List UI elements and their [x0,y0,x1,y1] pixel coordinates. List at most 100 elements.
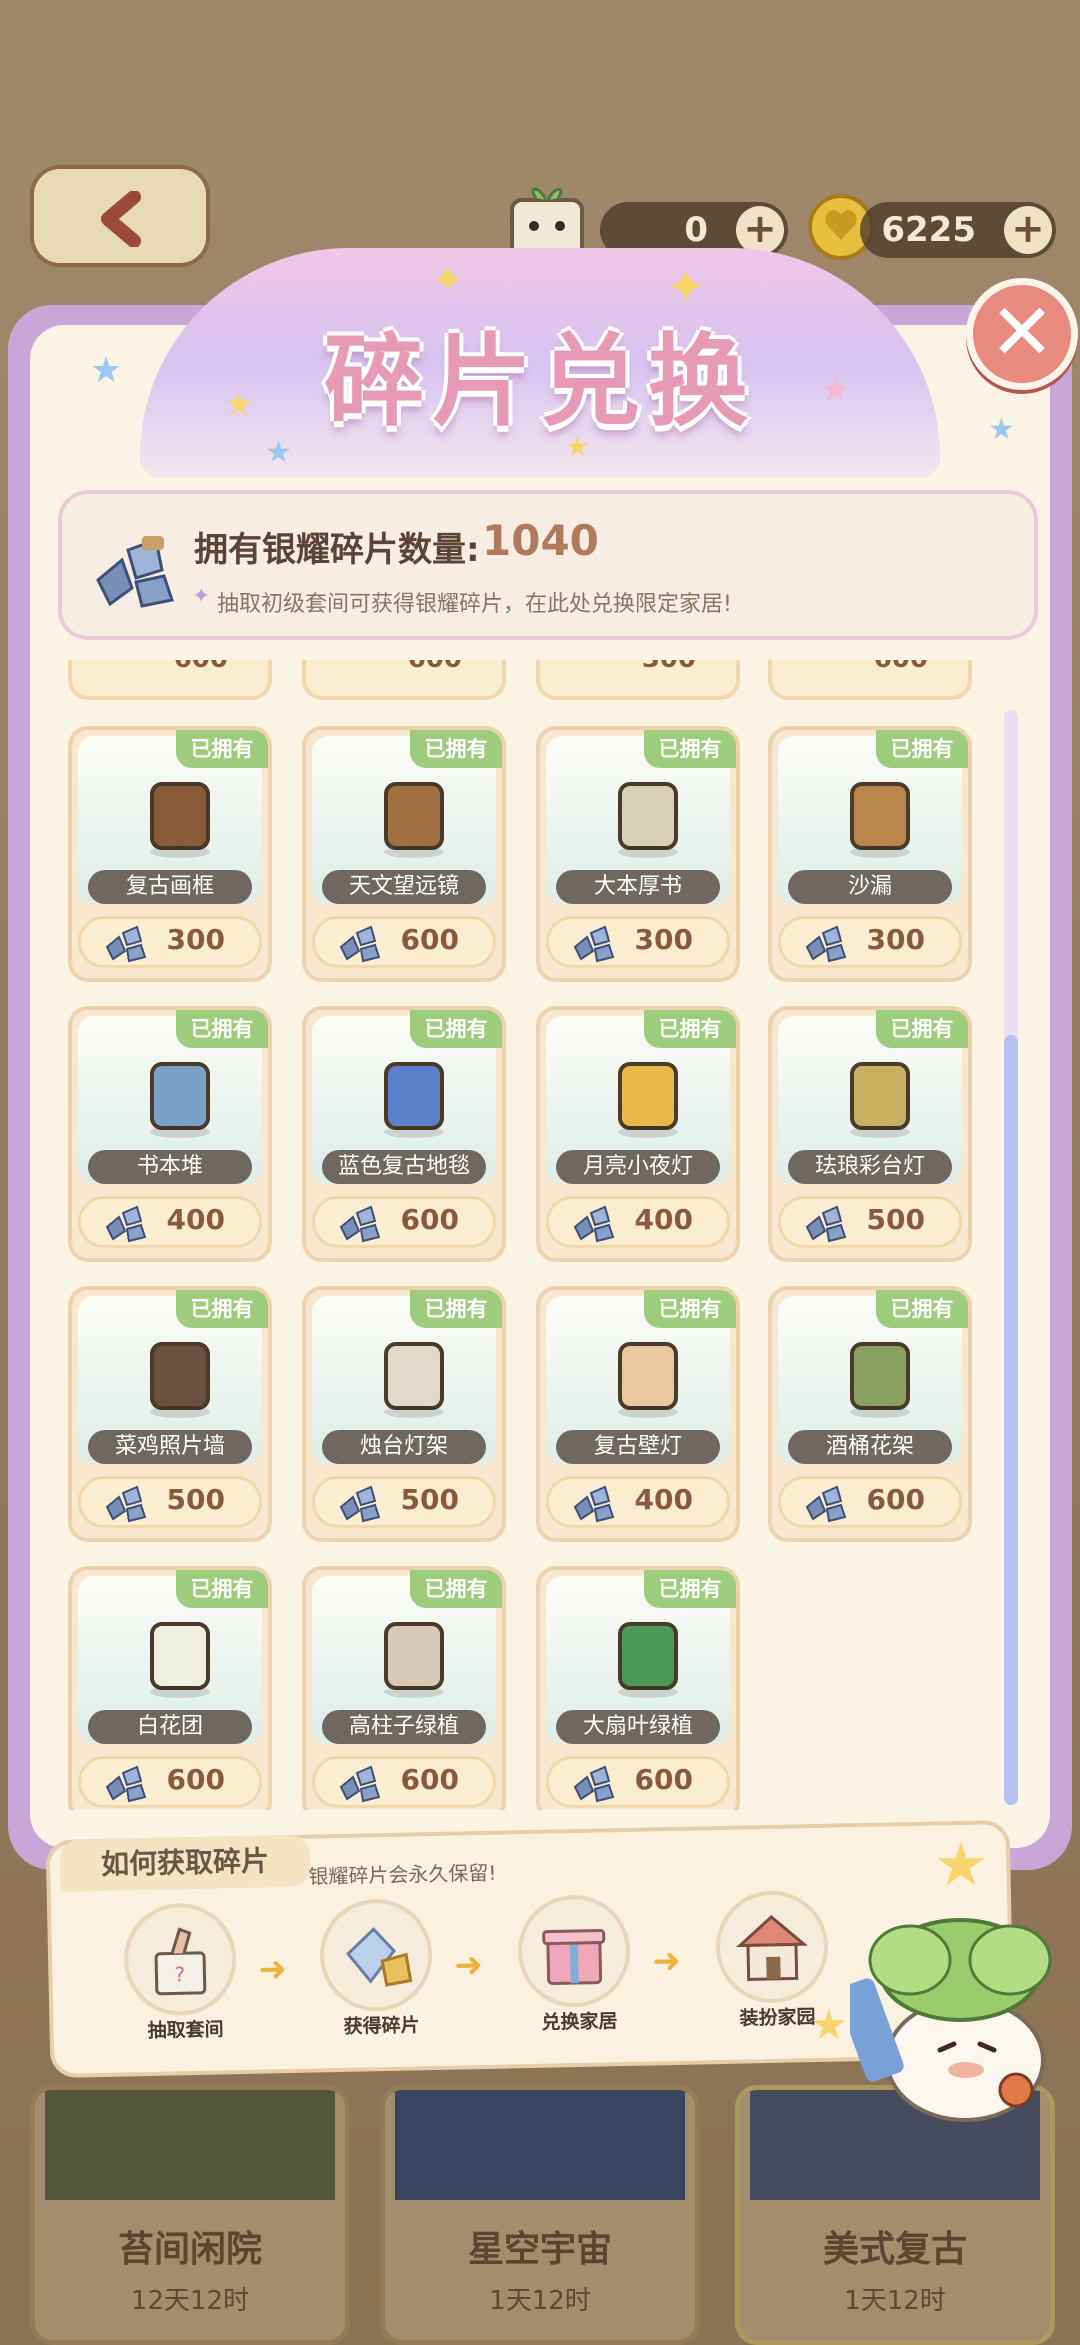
furniture-icon [384,1622,444,1698]
owned-badge: 已拥有 [176,1570,268,1608]
step-decorate-home: 装扮家园 [714,1889,837,2030]
item-price: 400 [166,1203,225,1236]
item-price-tag: 600 [312,1196,496,1248]
exchange-grid[interactable]: 600600300600 已拥有复古画框300已拥有天文望远镜600已拥有大本厚… [68,660,978,1810]
furniture-icon [150,1342,210,1418]
item-name: 书本堆 [88,1150,252,1184]
svg-text:?: ? [174,1962,185,1986]
item-name: 菜鸡照片墙 [88,1430,252,1464]
item-name: 白花团 [88,1710,252,1744]
arrow-right-icon: ➜ [453,1944,484,1986]
item-price: 600 [874,660,928,674]
item-price: 600 [408,660,462,674]
item-name: 蓝色复古地毯 [322,1150,486,1184]
item-card[interactable]: 已拥有白花团 600 [68,1566,272,1810]
owned-badge: 已拥有 [644,1290,736,1328]
add-items-button[interactable]: + [736,206,784,254]
owned-badge: 已拥有 [410,1570,502,1608]
step-label: 抽取套间 [147,2018,224,2043]
back-button[interactable] [30,165,210,267]
sparkle-icon: ✦ [192,584,211,609]
close-icon: ✕ [989,288,1055,378]
star-icon: ★ [934,1830,988,1900]
item-price-tag: 400 [78,1196,262,1248]
item-card[interactable]: 已拥有 沙漏 300 [768,726,972,982]
item-card[interactable]: 已拥有 蓝色复古地毯 600 [302,1006,506,1262]
item-card[interactable]: 已拥有 月亮小夜灯 400 [536,1006,740,1262]
owned-badge: 已拥有 [876,1010,968,1048]
item-price: 600 [400,923,459,956]
item-card[interactable]: 已拥有 高柱子绿植 600 [302,1566,506,1810]
item-card-partial[interactable]: 600 [768,660,972,700]
add-coins-button[interactable]: + [1004,206,1052,254]
item-card[interactable]: 已拥有复古壁灯 400 [536,1286,740,1542]
item-name: 珐琅彩台灯 [788,1150,952,1184]
item-price: 400 [634,1483,693,1516]
item-price: 300 [634,923,693,956]
item-price-tag: 400 [546,1196,730,1248]
furniture-gift-icon [516,1893,632,2009]
house-icon [714,1889,830,2005]
furniture-icon [850,1342,910,1418]
item-card[interactable]: 已拥有天文望远镜 600 [302,726,506,982]
item-card[interactable]: 已拥有大扇叶绿植 600 [536,1566,740,1810]
item-card-partial[interactable]: 600 [68,660,272,700]
item-price-tag: 500 [78,1476,262,1528]
item-name: 复古壁灯 [556,1430,720,1464]
page-title: 碎片兑换 [324,323,756,440]
furniture-icon [618,1062,678,1138]
furniture-icon [150,1622,210,1698]
item-card[interactable]: 已拥有珐琅彩台灯 500 [768,1006,972,1262]
owned-badge: 已拥有 [644,1570,736,1608]
shard-count-label: 拥有银耀碎片数量: [194,530,480,570]
shard-count: 1040 [482,516,599,565]
item-name: 大扇叶绿植 [556,1710,720,1744]
item-price-tag: 600 [78,1756,262,1808]
item-price-tag: 300 [546,916,730,968]
coin-count: 6225 [881,210,976,250]
item-price-tag: 300 [778,916,962,968]
owned-badge: 已拥有 [176,730,268,768]
arrow-right-icon: ➜ [651,1940,682,1982]
step-label: 获得碎片 [343,2014,420,2038]
item-name: 沙漏 [788,870,952,904]
star-icon: ★ [810,2000,848,2049]
item-card[interactable]: 已拥有烛台灯架 500 [302,1286,506,1542]
item-name: 天文望远镜 [322,870,486,904]
item-name: 大本厚书 [556,870,720,904]
owned-badge: 已拥有 [410,730,502,768]
furniture-icon [150,1062,210,1138]
item-price: 600 [400,1203,459,1236]
item-card[interactable]: 已拥有 酒桶花架 600 [768,1286,972,1542]
item-price: 500 [166,1483,225,1516]
item-card[interactable]: 已拥有 菜鸡照片墙 500 [68,1286,272,1542]
owned-badge: 已拥有 [410,1290,502,1328]
item-card[interactable]: 已拥有 复古画框 300 [68,726,272,982]
item-card-partial[interactable]: 300 [536,660,740,700]
furniture-icon [384,1062,444,1138]
item-card-partial[interactable]: 600 [302,660,506,700]
item-name: 烛台灯架 [322,1430,486,1464]
item-card[interactable]: 已拥有 书本堆 400 [68,1006,272,1262]
step-label: 兑换家居 [541,2010,618,2034]
item-card[interactable]: 已拥有大本厚书 300 [536,726,740,982]
item-price: 600 [634,1763,693,1796]
scrollbar-thumb[interactable] [1004,1035,1018,1805]
owned-badge: 已拥有 [644,730,736,768]
close-button[interactable]: ✕ [966,278,1078,390]
item-price-tag: 600 [546,1756,730,1808]
item-price: 300 [166,923,225,956]
item-price-tag: 600 [778,1476,962,1528]
arrow-right-icon: ➜ [257,1949,288,1990]
furniture-icon [150,782,210,858]
item-price: 500 [400,1483,459,1516]
item-name: 酒桶花架 [788,1430,952,1464]
step-exchange-furniture: 兑换家居 [516,1893,639,2034]
item-price-tag: 500 [778,1196,962,1248]
coin-counter: 6225 + [860,202,1056,258]
furniture-icon [384,1342,444,1418]
furniture-icon [850,782,910,858]
furniture-icon [850,1062,910,1138]
step-draw-suite: ? 抽取套间 [122,1902,245,2042]
item-price: 400 [634,1203,693,1236]
